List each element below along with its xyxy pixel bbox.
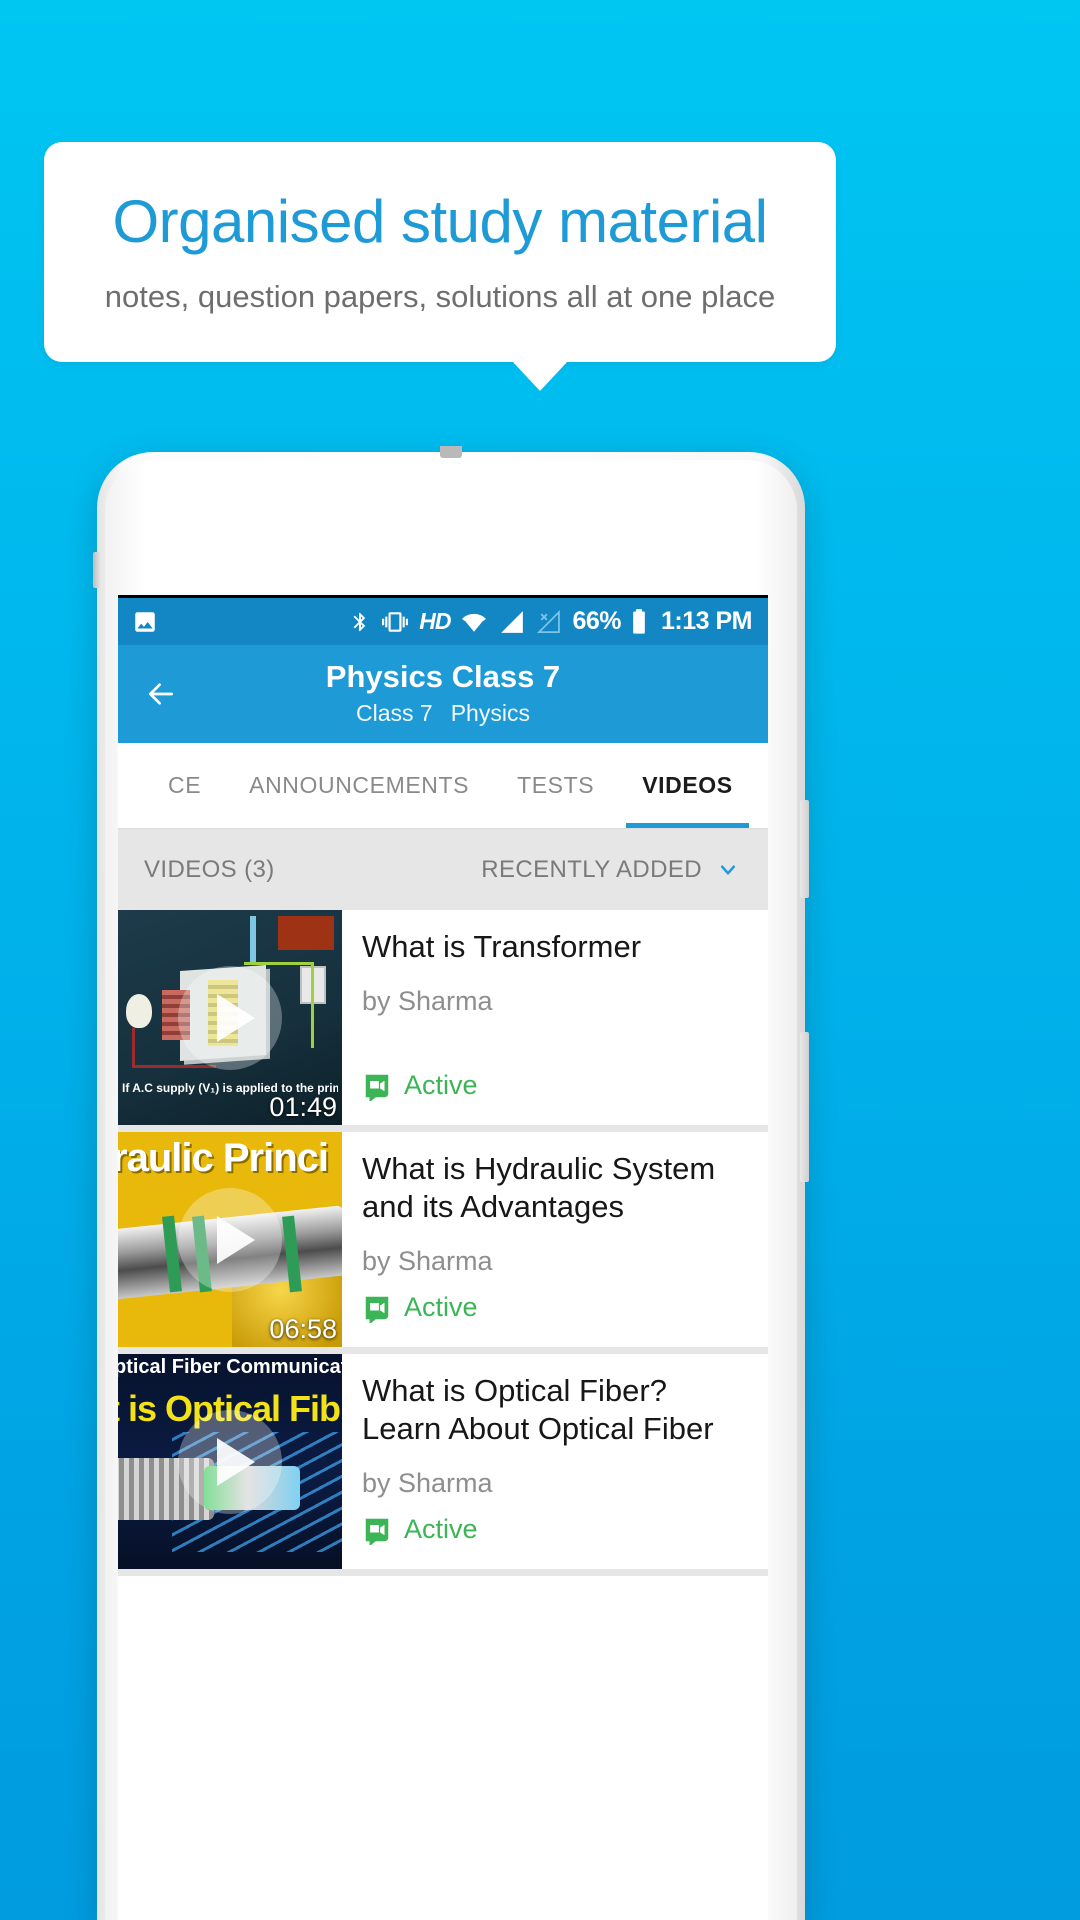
tab-bar: CE ANNOUNCEMENTS TESTS VIDEOS	[118, 743, 768, 828]
video-list-item[interactable]: raulic Princi 06:58 What is Hydraulic Sy…	[118, 1132, 768, 1354]
page-title: Physics Class 7	[325, 658, 561, 694]
status-label: Active	[404, 1292, 478, 1322]
video-title: What is Optical Fiber? Learn About Optic…	[362, 1373, 714, 1447]
wifi-icon	[462, 613, 487, 632]
phone-power-button[interactable]	[800, 1032, 809, 1182]
bluetooth-icon	[353, 612, 366, 631]
video-duration: 06:58	[269, 1314, 337, 1344]
video-author: by Sharma	[362, 986, 493, 1017]
battery-percent-label: 66%	[572, 607, 622, 635]
phone-volume-button[interactable]	[800, 800, 809, 898]
status-badge: Active	[362, 1514, 478, 1545]
signal-sim2-none-icon	[537, 609, 561, 633]
breadcrumb-class: Class 7	[356, 700, 433, 727]
video-details: What is Optical Fiber? Learn About Optic…	[342, 1354, 768, 1569]
promo-subtitle: notes, question papers, solutions all at…	[104, 278, 776, 314]
video-duration: 01:49	[269, 1092, 337, 1122]
thumb-bulb	[126, 994, 152, 1028]
thumb-caption: raulic Princi	[118, 1136, 329, 1180]
play-icon[interactable]	[178, 1409, 282, 1514]
video-list-item[interactable]: If A.C supply (V₁) is applied to the pri…	[118, 910, 768, 1132]
hd-icon: HD	[419, 608, 451, 634]
promo-bubble: Organised study material notes, question…	[44, 142, 836, 362]
video-details: What is Transformer by Sharma Active	[342, 910, 768, 1125]
video-camera-icon	[365, 1296, 389, 1323]
thumb-caption: ptical Fiber Communicati	[118, 1356, 342, 1378]
thumb-cap	[250, 916, 256, 962]
battery-icon	[633, 608, 645, 634]
phone-screen: HD 66% 1:13 PM Physics Class 7 Class 7 Ph…	[118, 595, 768, 1920]
video-title: What is Hydraulic System and its Advanta…	[362, 1151, 716, 1225]
phone-left-notch	[93, 552, 101, 588]
video-camera-icon	[365, 1518, 389, 1545]
tab-tests[interactable]: TESTS	[493, 743, 618, 828]
video-title: What is Transformer	[362, 929, 642, 964]
status-badge: Active	[362, 1070, 478, 1101]
status-badge: Active	[362, 1292, 478, 1323]
video-list-item[interactable]: ptical Fiber Communicati t is Optical Fi…	[118, 1354, 768, 1576]
promo-bubble-tail	[512, 361, 568, 391]
phone-mockup: HD 66% 1:13 PM Physics Class 7 Class 7 Ph…	[93, 446, 809, 1920]
video-thumbnail[interactable]: raulic Princi 06:58	[118, 1132, 342, 1347]
status-label: Active	[404, 1514, 478, 1544]
play-icon[interactable]	[178, 1187, 282, 1292]
breadcrumb: Class 7 Physics	[347, 700, 539, 727]
image-icon	[135, 611, 155, 632]
clock-label: 1:13 PM	[661, 607, 752, 635]
status-bar-notifications	[132, 609, 349, 635]
video-thumbnail[interactable]: ptical Fiber Communicati t is Optical Fi…	[118, 1354, 342, 1569]
sort-dropdown[interactable]: RECENTLY ADDED	[481, 856, 742, 884]
signal-sim1-none-icon	[501, 610, 524, 633]
video-thumbnail[interactable]: If A.C supply (V₁) is applied to the pri…	[118, 910, 342, 1125]
tab-videos[interactable]: VIDEOS	[618, 743, 757, 828]
tab-announcements[interactable]: ANNOUNCEMENTS	[225, 743, 493, 828]
video-camera-icon	[365, 1074, 389, 1101]
breadcrumb-subject: Physics	[450, 700, 530, 727]
video-author: by Sharma	[362, 1468, 493, 1499]
tab-ce[interactable]: CE	[144, 743, 225, 828]
sort-label: RECENTLY ADDED	[481, 855, 702, 883]
play-icon[interactable]	[178, 965, 282, 1070]
status-label: Active	[404, 1070, 478, 1100]
promo-title: Organised study material	[112, 187, 768, 255]
videos-count-label: VIDEOS (3)	[144, 855, 275, 883]
status-bar: HD 66% 1:13 PM	[118, 598, 768, 645]
chevron-down-icon	[720, 864, 736, 875]
video-details: What is Hydraulic System and its Advanta…	[342, 1132, 768, 1347]
video-author: by Sharma	[362, 1246, 493, 1277]
back-arrow-icon[interactable]	[140, 678, 182, 710]
vibrate-icon	[382, 611, 409, 632]
phone-sensor-nub	[440, 446, 462, 458]
filter-bar: VIDEOS (3) RECENTLY ADDED	[118, 828, 768, 910]
status-bar-system-icons: HD 66% 1:13 PM	[349, 607, 752, 636]
thumb-badge	[278, 916, 334, 950]
app-bar: Physics Class 7 Class 7 Physics	[118, 645, 768, 743]
